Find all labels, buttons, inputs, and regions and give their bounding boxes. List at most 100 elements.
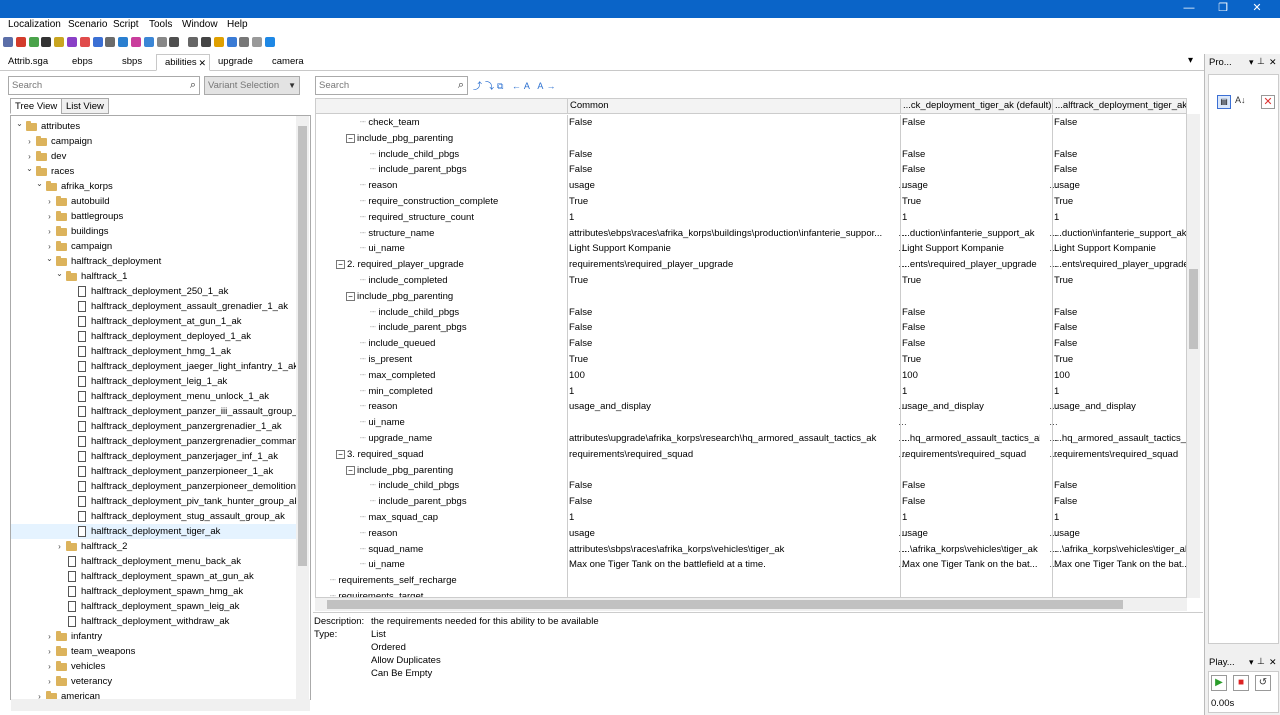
property-value[interactable]: 1 xyxy=(1054,384,1186,399)
grid-row[interactable]: ┈ max_squad_cap 1 1 1 xyxy=(316,510,1186,526)
property-value[interactable]: Max one Tiger Tank on the bat... xyxy=(902,557,1040,572)
tree-item[interactable]: ⌄ attributes xyxy=(11,119,297,134)
grid-vertical-scrollbar[interactable] xyxy=(1187,114,1200,598)
property-value[interactable]: False xyxy=(569,320,889,335)
property-value[interactable]: False xyxy=(902,494,1040,509)
toolbar-tool-icon[interactable] xyxy=(79,37,90,47)
property-value[interactable]: False xyxy=(902,305,1040,320)
tree-item[interactable]: ⌄ races xyxy=(11,164,297,179)
play-button[interactable]: ▶ xyxy=(1211,675,1227,691)
toolbar-tool-icon[interactable] xyxy=(188,37,199,47)
column-header-common[interactable]: Common xyxy=(567,99,900,114)
property-value[interactable]: 100 xyxy=(902,368,1040,383)
property-value[interactable]: attributes\upgrade\afrika_korps\research… xyxy=(569,431,889,446)
property-value[interactable]: 1 xyxy=(902,384,1040,399)
property-value[interactable]: True xyxy=(902,352,1040,367)
property-value[interactable]: 1 xyxy=(569,384,889,399)
toolbar-tool-icon[interactable] xyxy=(131,37,141,47)
toolbar-tool-icon[interactable] xyxy=(54,37,65,47)
toolbar-tool-icon[interactable] xyxy=(118,37,129,47)
tree-item[interactable]: ⌄ afrika_korps xyxy=(11,179,297,194)
grid-row[interactable]: ┈ include_child_pbgs False False False xyxy=(316,478,1186,494)
tree-item[interactable]: halftrack_deployment_at_gun_1_ak xyxy=(11,314,297,329)
property-value[interactable]: 1 xyxy=(902,510,1040,525)
toolbar-tool-icon[interactable] xyxy=(169,37,180,47)
property-value[interactable]: Max one Tiger Tank on the battlefield at… xyxy=(569,557,889,572)
chevron-right-icon[interactable]: › xyxy=(45,659,54,674)
tab-camera[interactable]: camera xyxy=(264,54,314,71)
property-value[interactable]: Light Support Kompanie xyxy=(902,241,1040,256)
toolbar-tool-icon[interactable] xyxy=(201,37,211,47)
tab-list-dropdown-icon[interactable]: ▾ xyxy=(1188,55,1193,66)
property-value[interactable]: True xyxy=(569,273,889,288)
property-value[interactable]: False xyxy=(1054,305,1186,320)
menu-scenario[interactable]: Scenario xyxy=(68,19,107,30)
close-window-button[interactable]: ✕ xyxy=(1240,0,1274,18)
menu-help[interactable]: Help xyxy=(227,19,248,30)
tree-item[interactable]: halftrack_deployment_assault_grenadier_1… xyxy=(11,299,297,314)
menu-localization[interactable]: Localization xyxy=(8,19,61,30)
tree-item[interactable]: › campaign xyxy=(11,134,297,149)
property-value[interactable]: False xyxy=(569,162,889,177)
toolbar-tool-icon[interactable] xyxy=(252,37,263,47)
tree-item[interactable]: › buildings xyxy=(11,224,297,239)
tab-tree-view[interactable]: Tree View xyxy=(10,98,63,114)
property-value[interactable]: usage xyxy=(569,526,889,541)
property-value[interactable]: False xyxy=(569,494,889,509)
tree-item[interactable]: halftrack_deployment_hmg_1_ak xyxy=(11,344,297,359)
tree-item[interactable]: › halftrack_2 xyxy=(11,539,297,554)
grid-row[interactable]: ┈ required_structure_count 1 1 1 xyxy=(316,210,1186,226)
property-value[interactable]: False xyxy=(902,478,1040,493)
grid-row[interactable]: − include_pbg_parenting xyxy=(316,289,1186,305)
property-value[interactable]: ...hq_armored_assault_tactics_ak xyxy=(1054,431,1186,446)
toolbar-tool-icon[interactable] xyxy=(105,37,116,47)
property-value[interactable]: 1 xyxy=(569,510,889,525)
grid-row[interactable]: ┈ ui_name…… xyxy=(316,415,1186,431)
grid-row[interactable]: ┈ squad_name attributes\sbps\races\afrika… xyxy=(316,542,1186,558)
tree-item[interactable]: halftrack_deployment_panzerpioneer_1_ak xyxy=(11,464,297,479)
property-value[interactable]: requirements\required_player_upgrade xyxy=(569,257,889,272)
scroll-thumb[interactable] xyxy=(327,600,1123,609)
grid-row[interactable]: ┈ min_completed 1 1 1 xyxy=(316,384,1186,400)
clear-icon[interactable]: ✕ xyxy=(1261,95,1275,109)
toolbar-tool-icon[interactable] xyxy=(3,37,13,47)
collapse-icon[interactable]: − xyxy=(346,133,355,143)
tree-item[interactable]: halftrack_deployment_spawn_leig_ak xyxy=(11,599,297,614)
tree-item[interactable]: halftrack_deployment_withdraw_ak xyxy=(11,614,297,629)
grid-row[interactable]: −3. required_squad requirements\required_… xyxy=(316,447,1186,463)
tree-item[interactable]: halftrack_deployment_panzerjager_inf_1_a… xyxy=(11,449,297,464)
property-value[interactable]: True xyxy=(1054,194,1186,209)
property-value[interactable]: False xyxy=(1054,336,1186,351)
search-icon[interactable]: ⌕ xyxy=(190,77,196,94)
property-value[interactable]: False xyxy=(902,115,1040,130)
toolbar-tool-icon[interactable] xyxy=(41,37,52,47)
grid-tool-icons[interactable]: ⤴⤵⧉ ←A A→ xyxy=(473,79,558,92)
property-value[interactable]: False xyxy=(1054,494,1186,509)
tab-abilities[interactable]: abilities ✕ xyxy=(156,54,210,71)
close-icon[interactable]: ✕ xyxy=(1269,57,1277,68)
grid-row[interactable]: ┈ require_construction_complete True True T… xyxy=(316,194,1186,210)
reset-button[interactable]: ↺ xyxy=(1255,675,1271,691)
property-value[interactable]: False xyxy=(569,305,889,320)
property-value[interactable]: Max one Tiger Tank on the bat... xyxy=(1054,557,1186,572)
property-value[interactable]: True xyxy=(569,194,889,209)
tab-close-icon[interactable]: ✕ xyxy=(198,55,206,71)
tab-attrib-sga[interactable]: Attrib.sga xyxy=(0,54,64,71)
property-value[interactable]: attributes\ebps\races\afrika_korps\build… xyxy=(569,226,889,241)
property-value[interactable]: False xyxy=(1054,320,1186,335)
tab-sbps[interactable]: sbps xyxy=(114,54,156,71)
collapse-icon[interactable]: − xyxy=(346,465,355,475)
grid-row[interactable]: ┈ reason usage… usage… usage xyxy=(316,178,1186,194)
grid-search-input[interactable]: Search ⌕ xyxy=(315,76,468,95)
column-header-variant[interactable]: ...alftrack_deployment_tiger_ak | xyxy=(1052,99,1186,114)
grid-row[interactable]: ┈ requirements_self_recharge xyxy=(316,573,1186,589)
pin-icon[interactable]: ⊥ xyxy=(1257,656,1265,667)
tree-item[interactable]: › vehicles xyxy=(11,659,297,674)
minimize-button[interactable]: — xyxy=(1172,0,1206,18)
toolbar-tool-icon[interactable] xyxy=(15,37,26,47)
menu-script[interactable]: Script xyxy=(113,19,139,30)
property-value[interactable]: ...ents\required_player_upgrade xyxy=(902,257,1040,272)
property-value[interactable]: False xyxy=(902,320,1040,335)
property-value[interactable]: requirements\required_squad xyxy=(1054,447,1186,462)
property-value[interactable]: 1 xyxy=(1054,210,1186,225)
